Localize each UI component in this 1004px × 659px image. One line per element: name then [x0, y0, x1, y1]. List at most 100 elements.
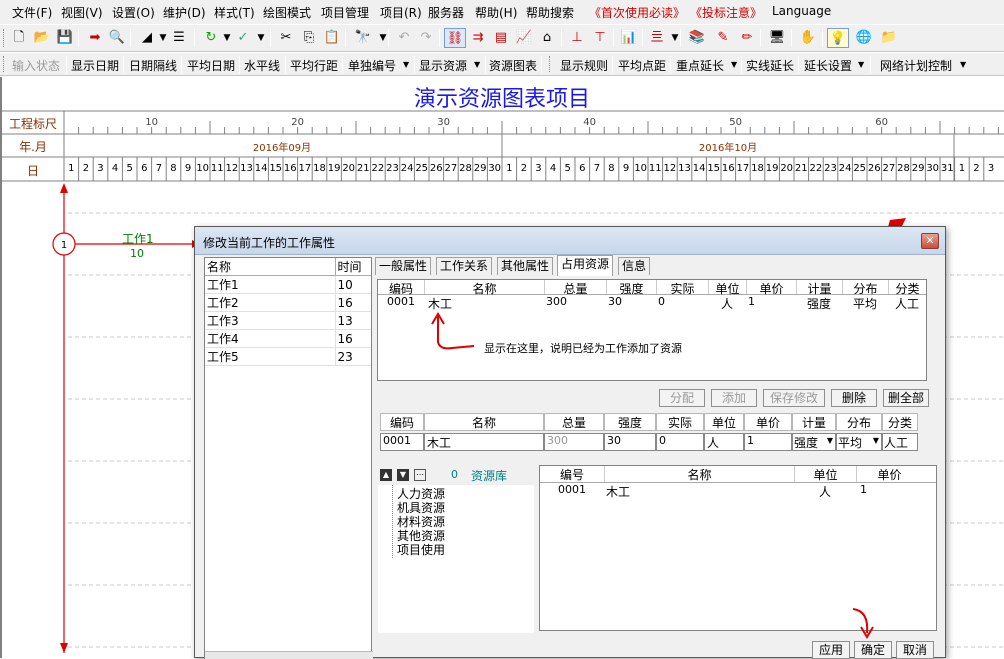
- dropdown-arrow-icon[interactable]: ▼: [372, 28, 394, 48]
- single-numbering-dropdown[interactable]: 单独编号: [348, 57, 396, 74]
- toolbar-grip[interactable]: [549, 56, 552, 72]
- line-chart-icon[interactable]: 📈: [513, 28, 535, 48]
- apply-button[interactable]: 应用: [812, 641, 850, 659]
- undo-icon[interactable]: ↶: [393, 28, 415, 48]
- print-preview-icon[interactable]: 🔍: [106, 28, 128, 48]
- col-code[interactable]: 编码: [378, 280, 424, 296]
- chevron-down-icon[interactable]: ▼: [873, 436, 879, 445]
- export-icon[interactable]: ➡: [84, 28, 106, 48]
- resource-row[interactable]: 0001 木工 300 30 0 人 1 强度 平均 人工: [378, 295, 926, 311]
- task-row[interactable]: 工作1 10: [205, 275, 371, 294]
- lib-col-name[interactable]: 名称: [604, 466, 794, 482]
- dropdown-arrow-icon[interactable]: ▼: [960, 60, 966, 69]
- tab-relations[interactable]: 工作关系: [436, 257, 493, 275]
- tools-icon[interactable]: ✎: [712, 28, 734, 48]
- menu-settings[interactable]: 设置(O): [112, 4, 155, 21]
- average-row-spacing-button[interactable]: 平均行距: [290, 57, 338, 74]
- menu-view[interactable]: 视图(V): [61, 4, 103, 21]
- tree-item[interactable]: 项目使用: [392, 541, 445, 558]
- toolbar-grip[interactable]: [3, 29, 6, 47]
- distribution-select[interactable]: 平均 ▼: [836, 433, 882, 451]
- col-name[interactable]: 名称: [424, 280, 544, 296]
- list-icon[interactable]: ⋯: [414, 469, 426, 481]
- dropdown-arrow-icon[interactable]: ▼: [474, 60, 480, 69]
- cut-icon[interactable]: ✂: [275, 28, 297, 48]
- lib-row[interactable]: 0001 木工 人 1: [540, 483, 936, 499]
- tab-info[interactable]: 信息: [618, 257, 651, 275]
- tab-other[interactable]: 其他属性: [497, 257, 554, 275]
- measure-select[interactable]: 强度 ▼: [792, 433, 836, 451]
- arrow-link-icon[interactable]: ⇉: [467, 28, 489, 48]
- cancel-button[interactable]: 取消: [896, 641, 934, 659]
- horizontal-line-button[interactable]: 水平线: [244, 57, 280, 74]
- task-row[interactable]: 工作5 23: [205, 347, 371, 366]
- input-status-button[interactable]: 输入状态: [12, 57, 60, 74]
- date-gridline-button[interactable]: 日期隔线: [129, 57, 177, 74]
- move-up-icon[interactable]: ▲: [380, 469, 392, 481]
- task-row[interactable]: 工作4 16: [205, 329, 371, 348]
- save-changes-button[interactable]: 保存修改: [763, 389, 825, 407]
- close-icon[interactable]: ✕: [921, 233, 939, 249]
- col-price[interactable]: 单价: [746, 280, 796, 296]
- dropdown-arrow-icon[interactable]: ▼: [250, 28, 272, 48]
- show-resources-dropdown[interactable]: 显示资源: [419, 57, 467, 74]
- edit-price-field[interactable]: 1: [744, 433, 792, 451]
- menu-file[interactable]: 文件(F): [12, 4, 52, 21]
- menu-project-manage[interactable]: 项目管理: [321, 4, 369, 21]
- screen-icon[interactable]: 🖥: [766, 28, 788, 48]
- paste-icon[interactable]: 📋: [321, 28, 343, 48]
- network-plan-control-dropdown[interactable]: 网络计划控制: [880, 57, 952, 74]
- lib-col-code[interactable]: 编号: [540, 466, 604, 482]
- new-file-icon[interactable]: 🗋: [8, 28, 30, 48]
- average-point-spacing-button[interactable]: 平均点距: [618, 57, 666, 74]
- edit-actual-field[interactable]: 0: [656, 433, 704, 451]
- move-down-icon[interactable]: ▼: [397, 469, 409, 481]
- save-icon[interactable]: 💾: [54, 28, 76, 48]
- bulb-icon[interactable]: 💡: [827, 28, 849, 48]
- menu-draw-mode[interactable]: 绘图模式: [263, 4, 311, 21]
- delete-button[interactable]: 删除: [831, 389, 877, 407]
- edit-total-field[interactable]: 300: [544, 433, 604, 451]
- menu-help[interactable]: 帮助(H): [475, 4, 517, 21]
- show-date-button[interactable]: 显示日期: [71, 57, 119, 74]
- delete-all-button[interactable]: 删全部: [883, 389, 929, 407]
- menu-server[interactable]: 服务器: [428, 4, 464, 21]
- menu-style[interactable]: 样式(T): [214, 4, 255, 21]
- resource-tree[interactable]: 人力资源 机具资源 材料资源 其他资源 项目使用: [378, 485, 534, 633]
- edit-intensity-field[interactable]: 30: [604, 433, 656, 451]
- activity-name[interactable]: 工作1: [122, 230, 154, 247]
- task-row[interactable]: 工作3 13: [205, 311, 371, 330]
- dropdown-arrow-icon[interactable]: ▼: [858, 60, 864, 69]
- add-button[interactable]: 添加: [711, 389, 757, 407]
- col-intensity[interactable]: 强度: [606, 280, 656, 296]
- col-measure[interactable]: 计量: [796, 280, 842, 296]
- solid-extend-button[interactable]: 实线延长: [746, 57, 794, 74]
- tab-general[interactable]: 一般属性: [375, 257, 432, 275]
- find-icon[interactable]: 🔭: [352, 28, 374, 48]
- bar-view-icon[interactable]: ▤: [490, 28, 512, 48]
- edit-category-field[interactable]: 人工: [882, 433, 918, 451]
- extend-settings-dropdown[interactable]: 延长设置: [804, 57, 852, 74]
- menu-language[interactable]: Language: [772, 4, 831, 18]
- align-up-icon[interactable]: ⊥: [566, 28, 588, 48]
- open-folder-icon[interactable]: 📂: [31, 28, 53, 48]
- copy-icon[interactable]: ⎘: [298, 28, 320, 48]
- assign-button[interactable]: 分配: [659, 389, 705, 407]
- toolbar-grip[interactable]: [3, 56, 6, 72]
- dropdown-arrow-icon[interactable]: ▼: [403, 60, 409, 69]
- col-category[interactable]: 分类: [888, 280, 926, 296]
- tab-resources[interactable]: 占用资源: [557, 255, 614, 276]
- edit-code-field[interactable]: 0001: [380, 433, 424, 451]
- pointer-icon[interactable]: ✋: [797, 28, 819, 48]
- menu-first-use[interactable]: 《首次使用必读》: [589, 4, 685, 21]
- edit-name-field[interactable]: 木工: [424, 433, 544, 451]
- lib-col-price[interactable]: 单价: [856, 466, 922, 482]
- indent-icon[interactable]: ☰: [168, 28, 190, 48]
- network-view-icon[interactable]: ⛓: [444, 28, 466, 48]
- menu-bid-notice[interactable]: 《投标注意》: [690, 4, 762, 21]
- redo-icon[interactable]: ↷: [415, 28, 437, 48]
- structure-icon[interactable]: ⌂: [536, 28, 558, 48]
- globe-icon[interactable]: 🌐: [853, 28, 875, 48]
- assigned-resources-table[interactable]: 编码 名称 总量 强度 实际 单位 单价 计量 分布 分类 0001 木工 30…: [377, 279, 927, 381]
- lib-col-unit[interactable]: 单位: [794, 466, 856, 482]
